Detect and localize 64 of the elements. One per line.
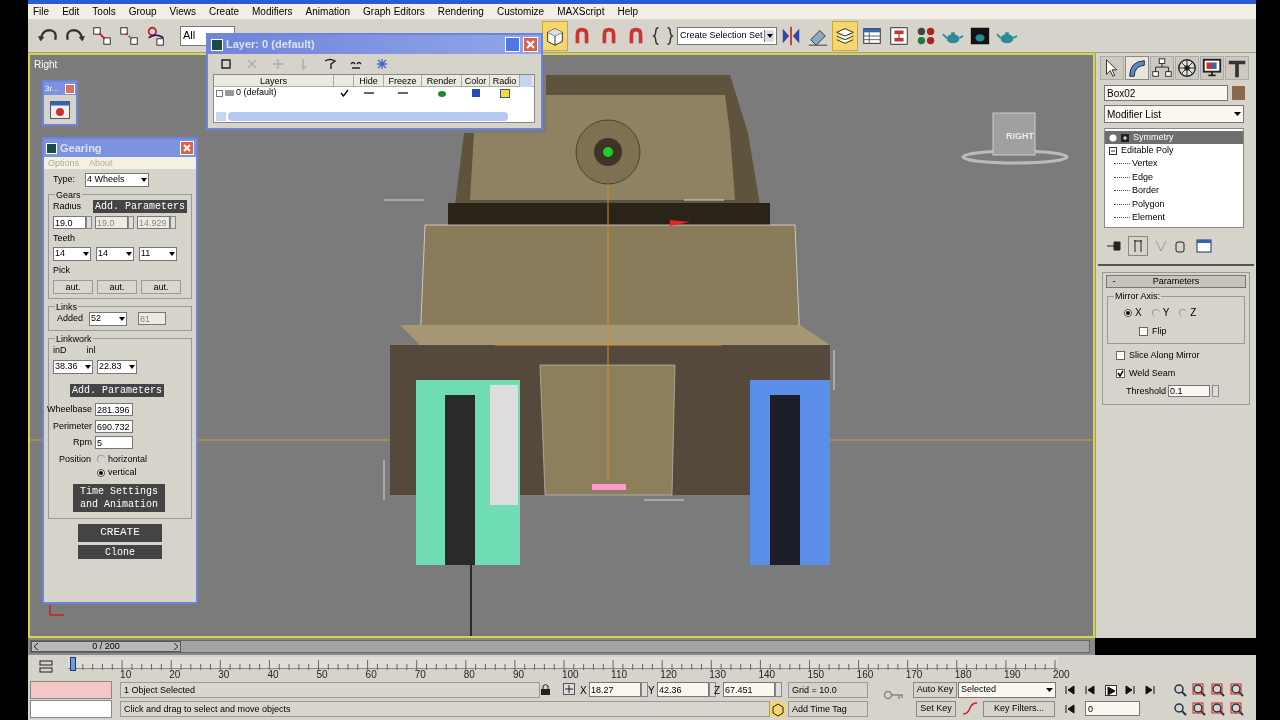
frame-number: 40 bbox=[267, 668, 279, 682]
field-label: inl bbox=[86, 343, 96, 357]
dropdown-value: 22.83 bbox=[99, 360, 122, 374]
frame-number: 90 bbox=[512, 668, 524, 682]
frame-number: 30 bbox=[218, 668, 230, 682]
frame-number: 100 bbox=[562, 668, 579, 682]
dropdown-value: 4 Wheels bbox=[87, 173, 125, 187]
dropdown-value: 14 bbox=[98, 247, 108, 261]
field-label: Wheelbase bbox=[47, 403, 92, 416]
modifier-name: Symmetry bbox=[1133, 130, 1174, 144]
frame-number: 200 bbox=[1053, 668, 1070, 682]
field-label: Perimeter bbox=[52, 419, 92, 433]
window-title: Layer: 0 (default) bbox=[226, 37, 316, 53]
radio-label: Z bbox=[1190, 306, 1197, 320]
time-slider-label: 0 / 200 bbox=[92, 639, 120, 653]
axis-label: X bbox=[580, 684, 587, 698]
axis-label: Y bbox=[648, 684, 655, 698]
frame-number: 160 bbox=[856, 668, 874, 682]
field-label: Radius bbox=[53, 200, 81, 213]
grid-status: Grid = 10.0 bbox=[788, 682, 868, 698]
frame-number: 70 bbox=[414, 668, 426, 682]
window-title: 3r... bbox=[45, 82, 59, 95]
frame-number: 60 bbox=[365, 668, 377, 682]
dropdown-value: 11 bbox=[141, 247, 151, 261]
frame-number: 20 bbox=[169, 668, 181, 682]
frame-number: 190 bbox=[1003, 668, 1021, 682]
field-label: Rpm bbox=[72, 436, 92, 449]
modifier-name: Editable Poly bbox=[1121, 143, 1174, 157]
field-label: Added bbox=[57, 311, 84, 325]
frame-number: 130 bbox=[709, 668, 726, 682]
rollout-title: Parameters bbox=[1151, 274, 1201, 288]
threshold-label: Threshold bbox=[1126, 384, 1167, 398]
field-label: Type: bbox=[53, 173, 75, 187]
field-label: inD bbox=[53, 343, 67, 357]
frame-number: 120 bbox=[660, 668, 677, 682]
radio-label: horizontal bbox=[108, 452, 148, 466]
selection-status: 1 Object Selected bbox=[120, 682, 540, 698]
frame-number: 150 bbox=[807, 668, 825, 682]
frame-number: 80 bbox=[463, 668, 475, 682]
checkbox-label: Flip bbox=[1152, 325, 1167, 338]
checkbox-label: Slice Along Mirror bbox=[1129, 348, 1200, 362]
checkbox-label: Weld Seam bbox=[1129, 367, 1176, 380]
window-title: Gearing bbox=[60, 140, 103, 156]
frame-number: 180 bbox=[954, 668, 972, 682]
frame-number: 170 bbox=[905, 668, 923, 682]
group-label: Gears bbox=[55, 189, 82, 203]
axis-label: Z bbox=[714, 684, 721, 698]
dropdown-value: 52 bbox=[91, 311, 102, 325]
field-label: Teeth bbox=[53, 231, 77, 245]
collapse-sign: - bbox=[1111, 274, 1117, 288]
dropdown-value: 38.36 bbox=[55, 360, 78, 374]
field-label: Pick bbox=[53, 264, 71, 277]
frame-number: 140 bbox=[758, 668, 776, 682]
modifier-list-text: Modifier List bbox=[1107, 107, 1161, 122]
selection-set-text: Create Selection Set bbox=[680, 28, 763, 42]
frame-number: 10 bbox=[120, 668, 132, 682]
field-label: Position bbox=[58, 452, 92, 466]
radio-label: Y bbox=[1162, 306, 1170, 320]
radio-label: vertical bbox=[108, 466, 137, 479]
radio-label: X bbox=[1135, 306, 1142, 320]
frame-number: 50 bbox=[316, 668, 328, 682]
frame-number: 110 bbox=[611, 668, 628, 682]
key-mode-text: Selected bbox=[961, 683, 997, 697]
dropdown-value: 14 bbox=[55, 247, 65, 261]
